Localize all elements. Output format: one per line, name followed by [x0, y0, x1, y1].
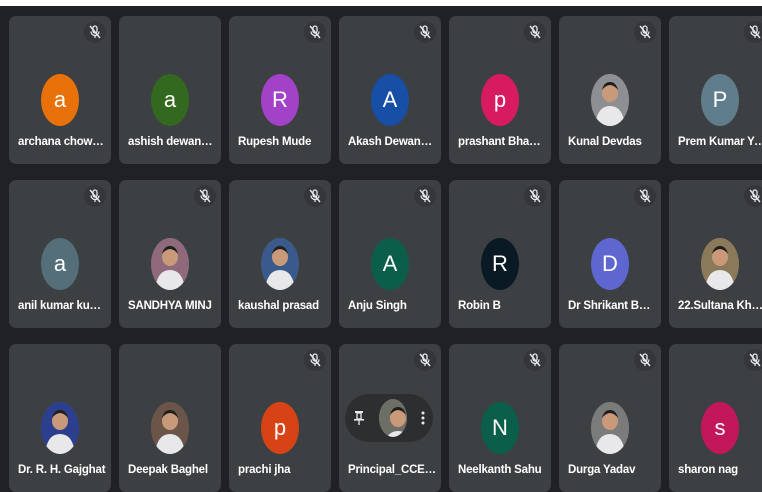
participant-name: Dr Shrikant Burje [568, 300, 657, 312]
participant-tile[interactable]: a ashish dewangan [119, 16, 221, 164]
participant-tile[interactable]: D Dr Shrikant Burje [559, 180, 661, 328]
avatar [261, 238, 299, 290]
participant-name: Robin B [458, 300, 501, 312]
participant-name: Durga Yadav [568, 464, 636, 476]
participant-tile[interactable]: A Anju Singh [339, 180, 441, 328]
participant-tile[interactable]: kaushal prasad [229, 180, 331, 328]
avatar: A [371, 74, 409, 126]
participant-name: Neelkanth Sahu [458, 464, 542, 476]
participant-tile[interactable]: Principal_CCET B... [339, 344, 441, 492]
avatar: N [481, 402, 519, 454]
participant-tile[interactable]: p prashant Bhawane [449, 16, 551, 164]
avatar: P [701, 74, 739, 126]
avatar [591, 74, 629, 126]
participant-tile[interactable]: R Robin B [449, 180, 551, 328]
more-vert-icon[interactable] [421, 411, 425, 425]
avatar: R [481, 238, 519, 290]
mic-off-icon [414, 21, 436, 43]
avatar: a [41, 238, 79, 290]
avatar: A [371, 238, 409, 290]
participant-name: sharon nag [678, 464, 738, 476]
participant-tile[interactable]: 22.Sultana Khatun [669, 180, 762, 328]
mic-off-icon [304, 349, 326, 371]
avatar [701, 238, 739, 290]
avatar: R [261, 74, 299, 126]
participant-name: 22.Sultana Khatun [678, 300, 762, 312]
avatar [379, 399, 407, 437]
participant-name: Dr. R. H. Gajghat [18, 464, 106, 476]
avatar: a [151, 74, 189, 126]
participant-tile[interactable]: R Rupesh Mude [229, 16, 331, 164]
participant-tile[interactable]: N Neelkanth Sahu [449, 344, 551, 492]
mic-off-icon [744, 21, 762, 43]
participant-name: prashant Bhawane [458, 136, 547, 148]
mic-off-icon [634, 21, 656, 43]
mic-off-icon [524, 21, 546, 43]
participant-name: ashish dewangan [128, 136, 217, 148]
participant-name: SANDHYA MINJ [128, 300, 212, 312]
mic-off-icon [414, 185, 436, 207]
participant-tile[interactable]: P Prem Kumar Yad... [669, 16, 762, 164]
participant-name: Akash Dewangan [348, 136, 437, 148]
mic-off-icon [194, 185, 216, 207]
tile-hover-controls [345, 394, 433, 442]
avatar: a [41, 74, 79, 126]
participant-tile[interactable]: Kunal Devdas [559, 16, 661, 164]
pin-icon[interactable] [353, 410, 365, 426]
mic-off-icon [524, 349, 546, 371]
mic-off-icon [744, 349, 762, 371]
participant-name: archana chowdh... [18, 136, 107, 148]
participant-name: Prem Kumar Yad... [678, 136, 762, 148]
participant-tile[interactable]: a archana chowdh... [9, 16, 111, 164]
avatar [151, 402, 189, 454]
mic-off-icon [634, 349, 656, 371]
participant-tile[interactable]: Deepak Baghel [119, 344, 221, 492]
avatar [41, 402, 79, 454]
participant-tile[interactable]: A Akash Dewangan [339, 16, 441, 164]
avatar: s [701, 402, 739, 454]
participant-tile[interactable]: SANDHYA MINJ [119, 180, 221, 328]
participant-name: prachi jha [238, 464, 291, 476]
mic-off-icon [304, 185, 326, 207]
mic-off-icon [84, 21, 106, 43]
participant-name: anil kumar kush... [18, 300, 107, 312]
participant-name: Anju Singh [348, 300, 407, 312]
participant-name: Principal_CCET B... [348, 464, 437, 476]
participant-name: kaushal prasad [238, 300, 319, 312]
participant-name: Rupesh Mude [238, 136, 312, 148]
mic-off-icon [634, 185, 656, 207]
participant-tile[interactable]: p prachi jha [229, 344, 331, 492]
mic-off-icon [304, 21, 326, 43]
mic-off-icon [744, 185, 762, 207]
avatar: D [591, 238, 629, 290]
participant-tile[interactable]: a anil kumar kush... [9, 180, 111, 328]
avatar [151, 238, 189, 290]
avatar: p [261, 402, 299, 454]
participant-tile[interactable]: Dr. R. H. Gajghat [9, 344, 111, 492]
mic-off-icon [414, 349, 436, 371]
mic-off-icon [84, 185, 106, 207]
avatar [591, 402, 629, 454]
participant-name: Kunal Devdas [568, 136, 642, 148]
participant-tile[interactable]: Durga Yadav [559, 344, 661, 492]
participant-tile[interactable]: s sharon nag [669, 344, 762, 492]
avatar: p [481, 74, 519, 126]
mic-off-icon [524, 185, 546, 207]
participant-name: Deepak Baghel [128, 464, 208, 476]
participant-grid: a archana chowdh... a ashish dewangan R Rupes… [0, 0, 762, 492]
